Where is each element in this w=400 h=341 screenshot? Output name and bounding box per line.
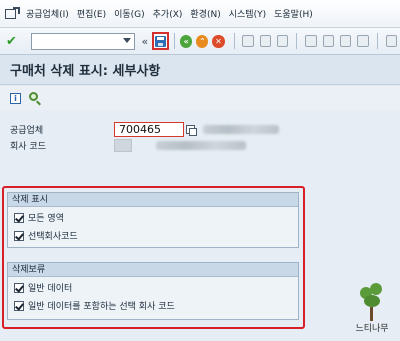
- checkbox-label: 일반 데이터를 포함하는 선택 회사 코드: [28, 302, 175, 312]
- application-toolbar: i: [0, 86, 400, 110]
- enter-check-icon[interactable]: ✔: [6, 34, 23, 49]
- find-icon[interactable]: [259, 35, 272, 47]
- copy-icon[interactable]: [186, 125, 197, 136]
- toolbar-divider: [233, 33, 235, 49]
- checkbox-checked-icon[interactable]: [14, 300, 24, 311]
- find-next-icon[interactable]: [277, 35, 289, 47]
- toolbar-divider: [174, 33, 176, 49]
- company-code-label: 회사 코드: [10, 142, 46, 152]
- checkbox-checked-icon[interactable]: [14, 230, 24, 241]
- title-bar: 구매처 삭제 표시: 세부사항: [0, 55, 400, 85]
- first-page-icon[interactable]: [305, 35, 317, 47]
- page-title: 구매처 삭제 표시: 세부사항: [10, 64, 161, 79]
- checkbox-label: 일반 데이터: [28, 284, 73, 294]
- next-page-icon[interactable]: [340, 35, 352, 47]
- checkbox-checked-icon[interactable]: [14, 282, 24, 293]
- zoom-icon[interactable]: [29, 92, 41, 106]
- vendor-row: 공급업체 700465: [10, 122, 279, 137]
- new-session-icon[interactable]: [385, 35, 397, 47]
- toolbar-divider: [376, 33, 378, 49]
- checkbox-general-data[interactable]: 일반 데이터: [8, 280, 298, 295]
- info-icon[interactable]: i: [10, 92, 21, 104]
- save-button[interactable]: [152, 32, 170, 50]
- last-page-icon[interactable]: [357, 35, 369, 47]
- cancel-icon[interactable]: ✕: [212, 34, 225, 48]
- print-icon[interactable]: [242, 35, 254, 47]
- deletion-flag-group: 삭제 표시 모든 영역 선택회사코드: [7, 192, 299, 248]
- exit-menu-icon[interactable]: [4, 6, 20, 21]
- deletion-block-group: 삭제보류 일반 데이터 일반 데이터를 포함하는 선택 회사 코드: [7, 262, 299, 320]
- menu-bar: 공급업체(I) 편집(E) 이동(G) 추가(X) 환경(N) 시스템(Y) 도…: [0, 0, 400, 28]
- standard-toolbar: ✔ « « ⌃ ✕: [0, 28, 400, 55]
- checkbox-checked-icon[interactable]: [14, 212, 24, 223]
- watermark-text: 느티나무: [355, 324, 389, 334]
- company-code-input[interactable]: [114, 139, 132, 152]
- back-icon[interactable]: «: [180, 34, 193, 48]
- watermark-logo: 느티나무: [350, 283, 394, 337]
- floppy-disk-icon: [155, 35, 167, 47]
- collapse-command-icon[interactable]: «: [141, 35, 148, 48]
- menu-system[interactable]: 시스템(Y): [229, 7, 266, 20]
- chevron-down-icon[interactable]: [123, 37, 132, 43]
- menu-environment[interactable]: 환경(N): [190, 7, 220, 20]
- toolbar-divider: [296, 33, 298, 49]
- exit-icon[interactable]: ⌃: [196, 34, 209, 48]
- group-title: 삭제보류: [8, 263, 298, 277]
- command-field[interactable]: [30, 32, 136, 50]
- checkbox-label: 모든 영역: [28, 214, 64, 224]
- checkbox-label: 선택회사코드: [28, 232, 78, 242]
- vendor-label: 공급업체: [10, 126, 44, 136]
- menu-help[interactable]: 도움말(H): [274, 7, 313, 20]
- checkbox-all-areas[interactable]: 모든 영역: [8, 210, 298, 225]
- vendor-input[interactable]: 700465: [114, 122, 184, 137]
- vendor-name-redacted: [203, 125, 279, 134]
- checkbox-selected-company-code[interactable]: 선택회사코드: [8, 228, 298, 243]
- company-code-row: 회사 코드: [10, 139, 246, 152]
- menu-goto[interactable]: 이동(G): [114, 7, 145, 20]
- menu-extras[interactable]: 추가(X): [153, 7, 183, 20]
- menu-vendor[interactable]: 공급업체(I): [26, 7, 69, 20]
- company-name-redacted: [156, 141, 246, 150]
- group-title: 삭제 표시: [8, 193, 298, 207]
- menu-edit[interactable]: 편집(E): [77, 7, 106, 20]
- checkbox-general-data-with-company-code[interactable]: 일반 데이터를 포함하는 선택 회사 코드: [8, 298, 298, 313]
- previous-page-icon[interactable]: [322, 35, 335, 47]
